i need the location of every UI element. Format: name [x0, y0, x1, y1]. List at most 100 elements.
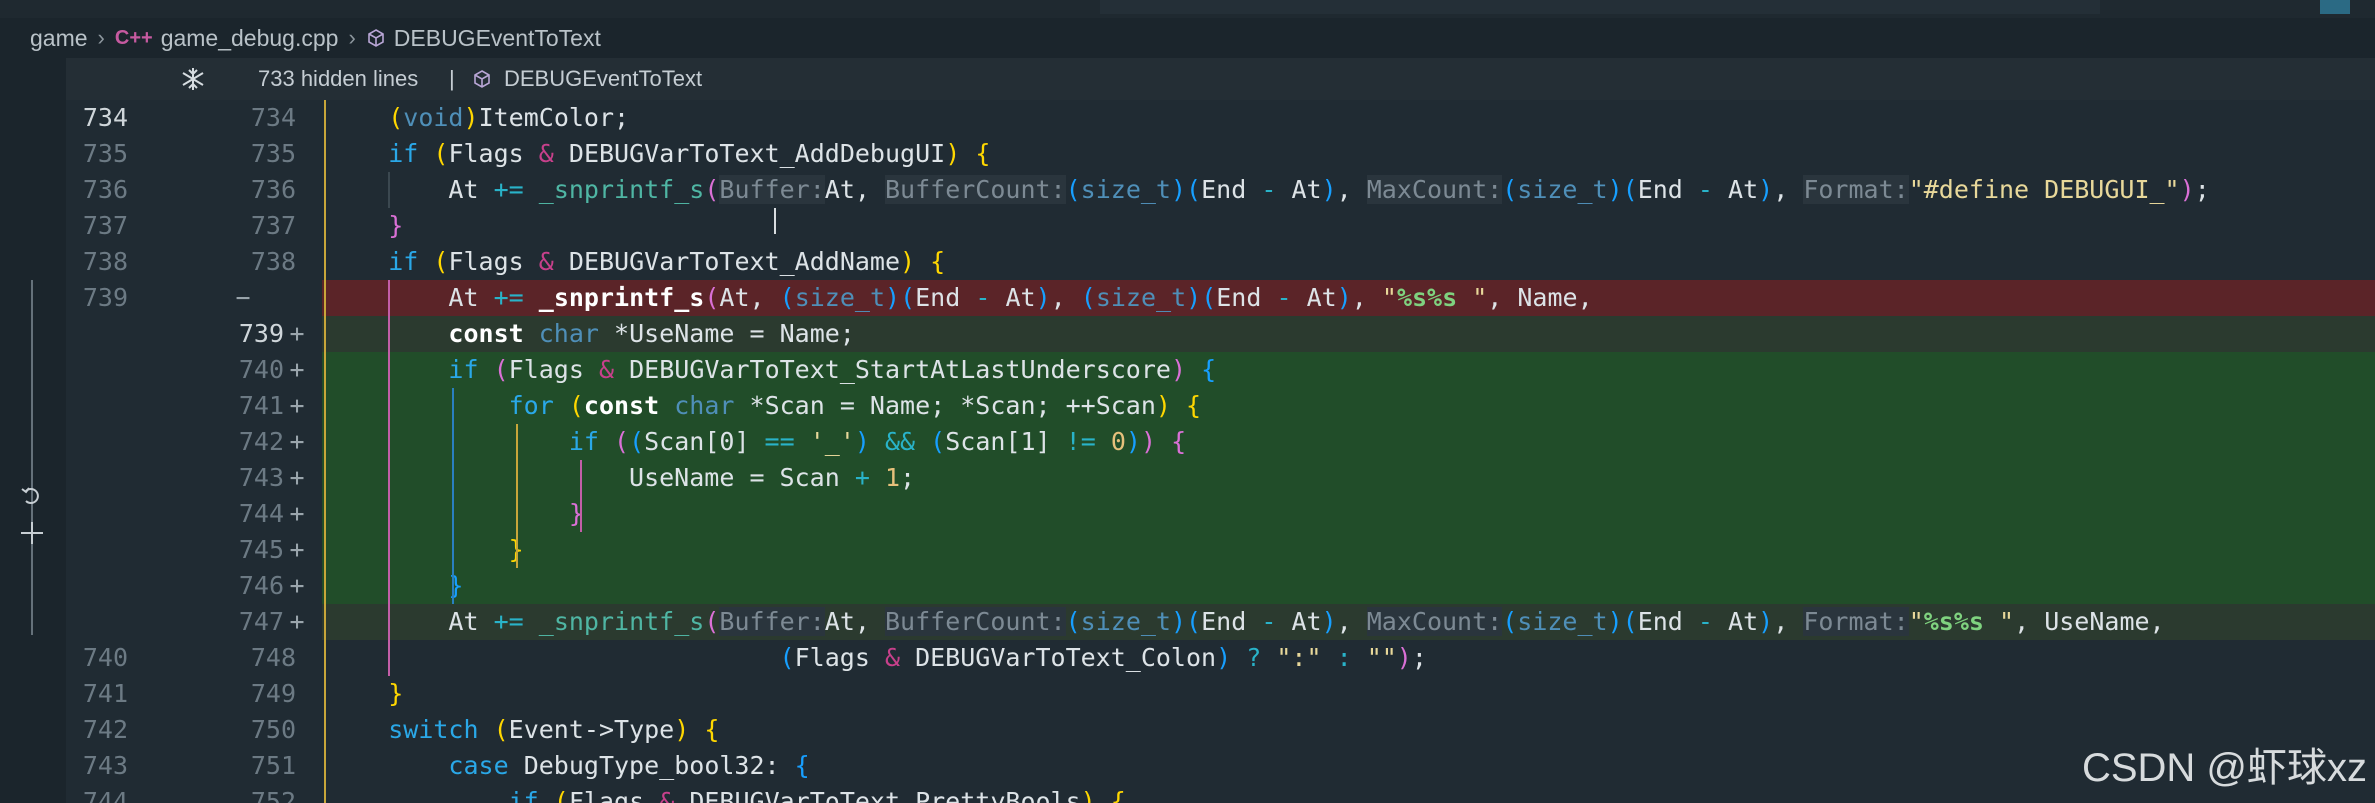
- indent-guide: [324, 100, 326, 803]
- diff-editor[interactable]: 734 734 (void)ItemColor; 735 735 if (Fla…: [66, 100, 2375, 803]
- code-text: UseName = Scan + 1;: [322, 460, 2375, 496]
- new-line-number: 737: [250, 211, 296, 240]
- new-line-number: 747: [238, 607, 284, 636]
- old-line-number: 737: [82, 211, 128, 240]
- added-line[interactable]: 744 + }: [66, 496, 2375, 532]
- new-line-number: 742: [238, 427, 284, 456]
- hidden-lines-count: 733 hidden lines: [258, 66, 419, 91]
- plus-marker: +: [289, 571, 305, 600]
- breadcrumb: game › C++ game_debug.cpp › DEBUGEventTo…: [0, 18, 2375, 58]
- added-line[interactable]: 745 + }: [66, 532, 2375, 568]
- indent-guide: [580, 460, 582, 532]
- new-line-number: 748: [250, 643, 296, 672]
- cube-icon: [367, 29, 384, 47]
- inlay-hint: MaxCount:: [1366, 607, 1503, 636]
- new-line-number: 734: [250, 103, 296, 132]
- code-line[interactable]: 741 749 }: [66, 676, 2375, 712]
- breadcrumb-symbol[interactable]: DEBUGEventToText: [394, 25, 601, 52]
- code-text: if ((Scan[0] == '_') && (Scan[1] != 0)) …: [322, 424, 2375, 460]
- deleted-line[interactable]: 739 − At += _snprintf_s(At, (size_t)(End…: [66, 280, 2375, 316]
- old-line-number: 736: [82, 175, 128, 204]
- plus-marker: +: [289, 535, 305, 564]
- inlay-hint: Format:: [1803, 607, 1909, 636]
- new-line-number: 745: [238, 535, 284, 564]
- tab-strip-segment: [1100, 0, 2100, 14]
- indent-guide: [452, 388, 454, 604]
- scroll-indicator: [2320, 0, 2350, 14]
- code-line[interactable]: 736 736 At += _snprintf_s(Buffer:At, Buf…: [66, 172, 2375, 208]
- code-text: for (const char *Scan = Name; *Scan; ++S…: [322, 388, 2375, 424]
- breadcrumb-file[interactable]: game_debug.cpp: [161, 25, 339, 52]
- added-line[interactable]: 741 + for (const char *Scan = Name; *Sca…: [66, 388, 2375, 424]
- plus-marker: +: [289, 391, 305, 420]
- added-line[interactable]: 746 + }: [66, 568, 2375, 604]
- code-text: }: [322, 568, 2375, 604]
- code-text: case DebugType_bool32: {: [448, 751, 810, 780]
- inlay-hint: BufferCount:: [884, 607, 1066, 636]
- code-text: if (Flags & DEBUGVarToText_AddName) {: [388, 247, 946, 276]
- diff-gutter: [0, 58, 66, 803]
- code-text: if (Flags & DEBUGVarToText_StartAtLastUn…: [322, 352, 2375, 388]
- watermark: CSDN @虾球xz: [2081, 746, 2367, 790]
- code-text: const char *UseName = Name;: [322, 316, 2375, 352]
- hidden-bar-symbol: DEBUGEventToText: [504, 66, 703, 91]
- code-line[interactable]: 743 751 case DebugType_bool32: {: [66, 748, 2375, 784]
- cube-icon: [474, 70, 490, 88]
- hidden-bar-separator: |: [449, 66, 455, 91]
- added-line[interactable]: 743 + UseName = Scan + 1;: [66, 460, 2375, 496]
- chevron-right-icon: ›: [348, 25, 356, 50]
- code-line[interactable]: 740 748 (Flags & DEBUGVarToText_Colon) ?…: [66, 640, 2375, 676]
- new-line-number: 749: [250, 679, 296, 708]
- breadcrumb-folder[interactable]: game: [30, 25, 88, 52]
- hidden-lines-bar[interactable]: 733 hidden lines | DEBUGEventToText: [66, 58, 2375, 100]
- code-text: (void)ItemColor;: [388, 103, 630, 132]
- code-text: if (Flags & DEBUGVarToText_AddDebugUI) {: [388, 139, 991, 168]
- plus-icon[interactable]: [18, 519, 46, 547]
- plus-marker: +: [289, 355, 305, 384]
- old-line-number: 744: [82, 787, 128, 803]
- old-line-number: 734: [82, 103, 128, 132]
- inlay-hint: BufferCount:: [884, 175, 1066, 204]
- revert-icon[interactable]: [18, 483, 44, 509]
- old-line-number: 743: [82, 751, 128, 780]
- old-line-number: 738: [82, 247, 128, 276]
- new-line-number: 750: [250, 715, 296, 744]
- old-line-number: 740: [82, 643, 128, 672]
- added-line[interactable]: 739 + const char *UseName = Name;: [66, 316, 2375, 352]
- new-line-number: 751: [250, 751, 296, 780]
- added-line[interactable]: 747 + At += _snprintf_s(Buffer:At, Buffe…: [66, 604, 2375, 640]
- cpp-file-icon: C++: [114, 26, 153, 49]
- diff-range-line: [31, 280, 33, 635]
- inlay-hint: Format:: [1803, 175, 1909, 204]
- old-line-number: 739: [82, 283, 128, 312]
- code-text: }: [388, 211, 404, 240]
- minus-marker: −: [235, 283, 251, 312]
- inlay-hint: Buffer:: [719, 607, 825, 636]
- code-line[interactable]: 737 737 }: [66, 208, 2375, 244]
- code-text: }: [388, 679, 404, 708]
- old-line-number: 741: [82, 679, 128, 708]
- top-strip: [0, 0, 2375, 18]
- code-line[interactable]: 744 752 if (Flags & DEBUGVarToText_Prett…: [66, 784, 2375, 803]
- new-line-number: 735: [250, 139, 296, 168]
- new-line-number: 738: [250, 247, 296, 276]
- added-line[interactable]: 742 + if ((Scan[0] == '_') && (Scan[1] !…: [66, 424, 2375, 460]
- code-line[interactable]: 734 734 (void)ItemColor;: [66, 100, 2375, 136]
- added-line[interactable]: 740 + if (Flags & DEBUGVarToText_StartAt…: [66, 352, 2375, 388]
- new-line-number: 746: [238, 571, 284, 600]
- indent-guide: [388, 172, 390, 208]
- new-line-number: 752: [250, 787, 296, 803]
- plus-marker: +: [289, 607, 305, 636]
- text-cursor-icon: [774, 208, 776, 234]
- code-text: At += _snprintf_s(Buffer:At, BufferCount…: [448, 175, 2210, 204]
- code-line[interactable]: 742 750 switch (Event->Type) {: [66, 712, 2375, 748]
- inlay-hint: Buffer:: [719, 175, 825, 204]
- new-line-number: 744: [238, 499, 284, 528]
- code-text: (Flags & DEBUGVarToText_Colon) ? ":" : "…: [779, 643, 1427, 672]
- code-line[interactable]: 738 738 if (Flags & DEBUGVarToText_AddNa…: [66, 244, 2375, 280]
- indent-guide: [388, 280, 390, 676]
- code-line[interactable]: 735 735 if (Flags & DEBUGVarToText_AddDe…: [66, 136, 2375, 172]
- code-text: }: [322, 532, 2375, 568]
- plus-marker: +: [289, 499, 305, 528]
- unfold-icon[interactable]: [180, 66, 206, 92]
